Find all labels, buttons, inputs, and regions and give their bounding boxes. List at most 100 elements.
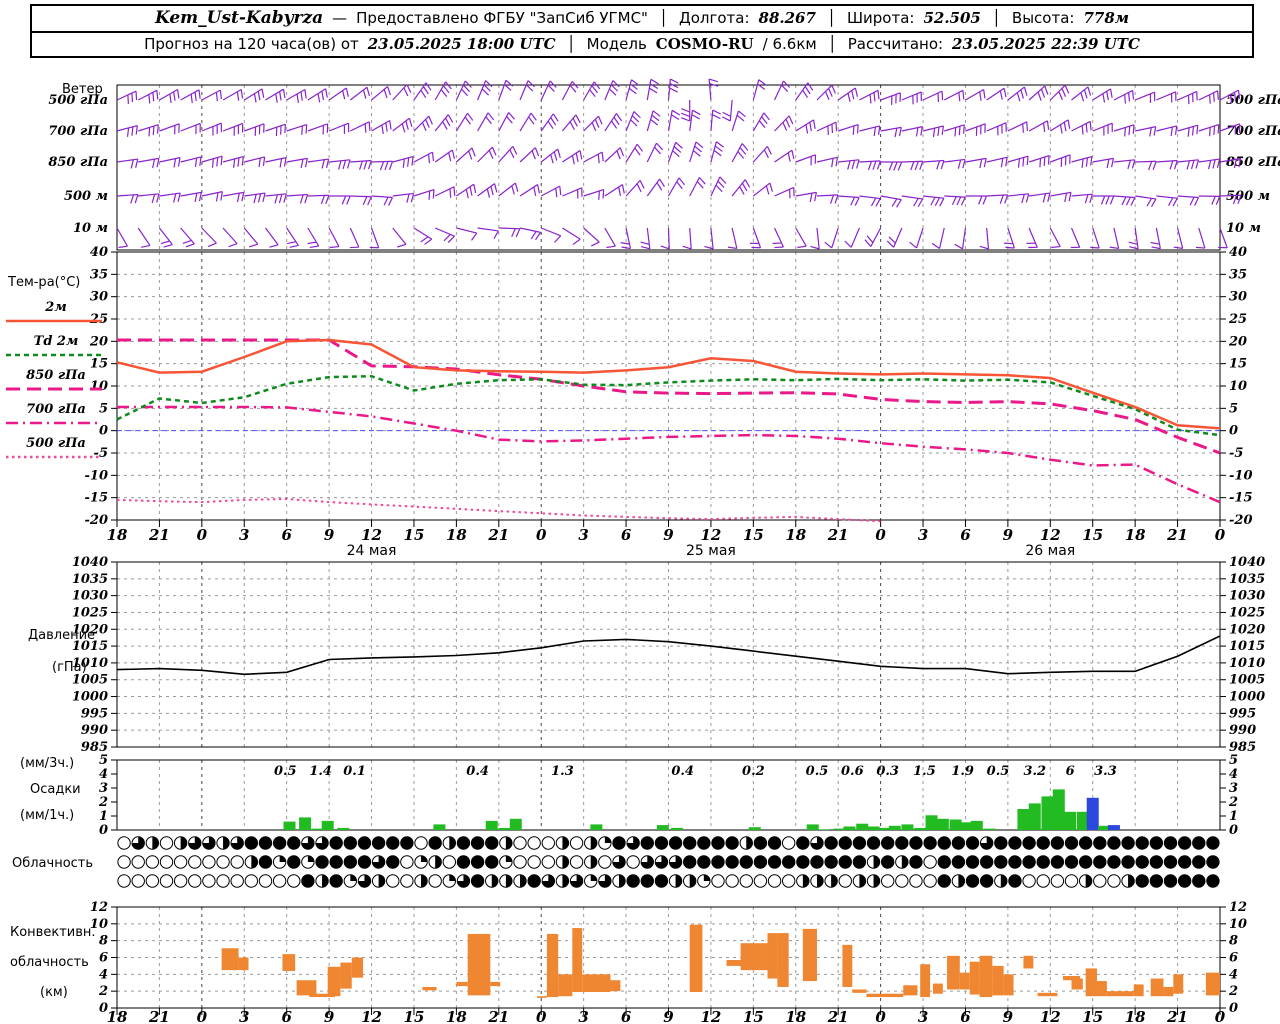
svg-text:18: 18 <box>446 1008 467 1024</box>
svg-text:26 мая: 26 мая <box>1025 543 1075 559</box>
svg-text:9: 9 <box>324 1008 335 1024</box>
svg-text:1.9: 1.9 <box>951 764 974 779</box>
svg-text:-5: -5 <box>1229 446 1243 461</box>
svg-text:0.3: 0.3 <box>876 764 899 779</box>
svg-text:6: 6 <box>1066 764 1075 779</box>
svg-text:1035: 1035 <box>1229 572 1265 587</box>
conv-bar <box>959 972 970 990</box>
header2-part-8: 23.05.2025 22:39 UTC <box>952 35 1140 53</box>
svg-text:995: 995 <box>1229 706 1256 721</box>
svg-text:0: 0 <box>1215 526 1226 544</box>
header2-part-5: / 6.6км <box>762 35 817 53</box>
svg-text:10 м: 10 м <box>1226 221 1261 236</box>
svg-text:25 мая: 25 мая <box>686 543 736 559</box>
pressure-panel-label: Давление <box>28 628 96 643</box>
svg-text:8: 8 <box>99 934 108 949</box>
svg-text:30: 30 <box>1229 290 1247 305</box>
svg-text:9: 9 <box>1003 526 1014 544</box>
conv-panel-label-2: облачность <box>10 955 89 970</box>
svg-text:12: 12 <box>1229 900 1247 915</box>
svg-text:18: 18 <box>446 526 467 544</box>
svg-text:18: 18 <box>785 1008 806 1024</box>
svg-text:21: 21 <box>827 1008 849 1024</box>
conv-bar <box>340 962 352 989</box>
curve-t500 <box>116 497 881 523</box>
svg-text:0.6: 0.6 <box>841 764 864 779</box>
svg-text:4: 4 <box>1229 767 1238 782</box>
svg-text:1000: 1000 <box>1229 690 1265 705</box>
svg-text:10: 10 <box>1229 379 1247 394</box>
svg-text:3: 3 <box>239 526 249 544</box>
legend-entry-2: 850 гПа <box>4 368 108 393</box>
precip-bar <box>1028 803 1041 830</box>
svg-text:1030: 1030 <box>1229 589 1265 604</box>
precip-bar <box>748 827 761 830</box>
svg-text:-20: -20 <box>1229 513 1253 528</box>
svg-text:3: 3 <box>1229 781 1238 796</box>
svg-text:1010: 1010 <box>1229 656 1265 671</box>
precip-bar <box>1052 789 1065 830</box>
svg-text:500 гПа: 500 гПа <box>1226 93 1280 108</box>
svg-text:1040: 1040 <box>72 555 108 570</box>
conv-bar <box>1150 978 1164 997</box>
svg-text:15: 15 <box>1229 357 1247 372</box>
precip-bar <box>806 824 819 830</box>
svg-text:2: 2 <box>98 984 108 999</box>
svg-text:18: 18 <box>1125 526 1146 544</box>
precip-bar <box>1086 797 1099 830</box>
svg-text:35: 35 <box>1229 267 1247 282</box>
precip-panel: 0.5 1.4 0.1 0.4 1.3 0.4 0.2 0.5 0.6 0.3 1.5 1.9 0.5 3… <box>274 764 1120 830</box>
conv-bar <box>221 948 239 971</box>
svg-text:0: 0 <box>99 823 108 838</box>
conv-bar <box>327 966 341 997</box>
svg-text:3: 3 <box>918 1008 928 1024</box>
svg-text:9: 9 <box>663 1008 674 1024</box>
svg-text:4: 4 <box>99 967 108 982</box>
svg-text:12: 12 <box>700 526 721 544</box>
precip-bar <box>970 820 983 830</box>
wind-barbs <box>116 78 1242 250</box>
svg-text:40: 40 <box>1229 245 1247 260</box>
svg-text:2: 2 <box>1228 795 1238 810</box>
conv-bar <box>1133 984 1144 997</box>
conv-bar <box>1003 974 1014 996</box>
svg-text:2: 2 <box>98 795 108 810</box>
svg-text:5: 5 <box>1229 753 1238 768</box>
svg-text:3: 3 <box>578 526 588 544</box>
svg-text:6: 6 <box>99 950 108 965</box>
svg-text:21: 21 <box>487 1008 509 1024</box>
svg-text:1025: 1025 <box>1229 605 1265 620</box>
svg-text:9: 9 <box>663 526 674 544</box>
svg-text:18: 18 <box>1125 1008 1146 1024</box>
svg-text:990: 990 <box>1229 723 1256 738</box>
svg-text:0: 0 <box>1229 823 1238 838</box>
svg-text:12: 12 <box>700 1008 721 1024</box>
svg-text:1: 1 <box>99 809 108 824</box>
svg-text:0.5: 0.5 <box>987 764 1010 779</box>
conv-bar <box>456 981 468 987</box>
temp-panel-label: Тем-ра(°C) <box>8 275 81 290</box>
header-line2: Прогноз на 120 часа(ов) от 23.05.2025 18:… <box>32 31 1252 56</box>
conv-bar <box>802 928 817 982</box>
svg-text:0: 0 <box>875 1008 886 1024</box>
conv-bar <box>296 980 317 996</box>
svg-text:21: 21 <box>148 526 170 544</box>
svg-text:15: 15 <box>743 1008 764 1024</box>
precip-bar <box>498 827 511 830</box>
conv-bar <box>920 964 931 998</box>
svg-text:0.5: 0.5 <box>274 764 297 779</box>
header2-part-4: COSMO-RU <box>655 35 754 53</box>
header2-part-7: Рассчитано: <box>847 35 944 53</box>
legend-entry-4: 500 гПа <box>4 436 108 461</box>
temp-curves <box>116 338 1221 523</box>
header1-part-8: 52.505 <box>923 9 981 27</box>
legend-label: Td 2м <box>33 334 79 349</box>
svg-text:500 м: 500 м <box>1226 189 1270 204</box>
svg-text:1.4: 1.4 <box>309 764 332 779</box>
svg-text:0: 0 <box>1215 1008 1226 1024</box>
svg-text:6: 6 <box>960 1008 971 1024</box>
conv-bar <box>546 933 559 998</box>
svg-text:5: 5 <box>99 753 108 768</box>
svg-text:35: 35 <box>90 267 108 282</box>
svg-text:21: 21 <box>487 526 509 544</box>
